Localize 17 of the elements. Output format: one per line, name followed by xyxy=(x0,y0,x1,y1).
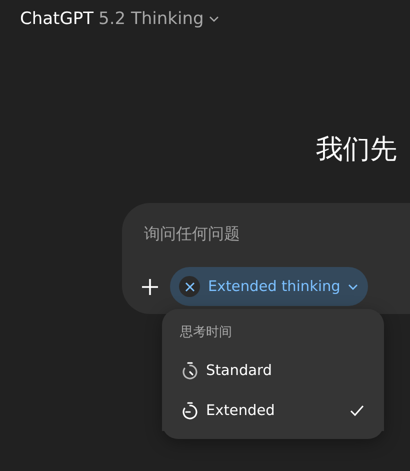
menu-item-label: Standard xyxy=(206,363,273,379)
chevron-down-icon[interactable] xyxy=(208,16,219,22)
menu-item-label: Extended xyxy=(206,403,276,419)
check-icon xyxy=(350,405,364,417)
message-field[interactable]: 询问任何问题 xyxy=(144,221,404,245)
app-name[interactable]: ChatGPT xyxy=(20,9,94,29)
stopwatch-icon xyxy=(180,401,200,421)
chevron-down-icon xyxy=(348,284,358,290)
menu-title: 思考时间 xyxy=(179,324,233,342)
menu-item[interactable]: Extended xyxy=(162,391,384,431)
stopwatch-icon xyxy=(180,361,200,381)
add-button[interactable] xyxy=(140,276,160,296)
menu-item[interactable]: Standard xyxy=(162,351,384,391)
thinking-chip[interactable]: Extended thinking xyxy=(170,267,368,306)
model-name[interactable]: 5.2 Thinking xyxy=(98,9,204,29)
close-icon[interactable] xyxy=(179,276,200,297)
greeting-heading: 我们先 xyxy=(316,136,398,163)
